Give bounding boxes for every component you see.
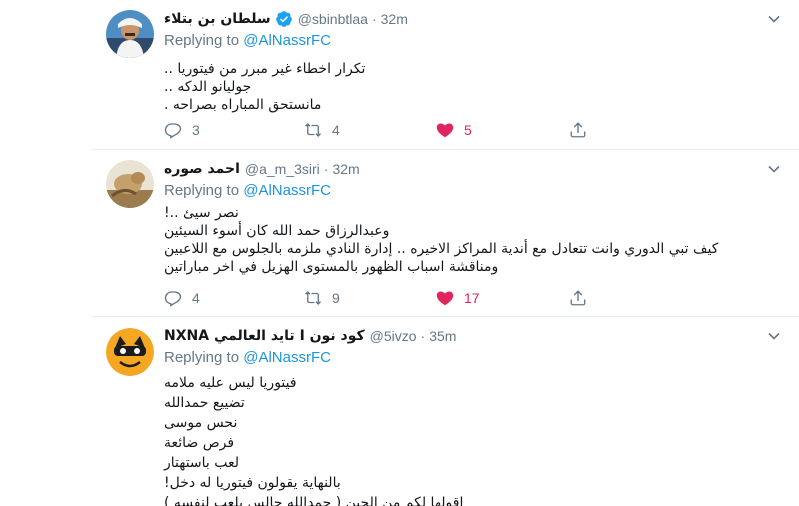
separator-dot: · (371, 11, 377, 27)
chevron-down-icon[interactable] (767, 162, 781, 176)
verified-badge-icon (275, 11, 292, 27)
tweet[interactable]: NXNA تايد العالمي I كود نون @5ivzo · 35m… (92, 317, 799, 506)
share-button[interactable] (569, 288, 587, 308)
tweet-text: نصر سيئ ..! وعبدالرزاق حمد الله كان أسوء… (164, 204, 776, 276)
tweet-text: تكرار اخطاء غير مبرر من فيتوريا .. جوليا… (164, 60, 776, 114)
separator-dot: · (420, 328, 426, 344)
tweet[interactable]: احمد صوره @a_m_3siri · 32m Replying to @… (92, 150, 799, 317)
tweet-line: لعب باستهتار (164, 455, 240, 471)
tweet-line: اقولها لكم من الحين ( حمدالله جالس يلعب … (164, 495, 464, 506)
chevron-down-icon[interactable] (767, 12, 781, 26)
separator-dot: · (323, 161, 329, 177)
tweet-line: وعبدالرزاق حمد الله كان أسوء السيئين (164, 223, 390, 239)
replying-to: Replying to @AlNassrFC (164, 182, 331, 199)
share-button[interactable] (569, 120, 587, 140)
replying-prefix: Replying to (164, 32, 244, 49)
user-handle[interactable]: @a_m_3siri (245, 161, 320, 177)
tweet-line: كيف تبي الدوري وانت تتعادل مع أندية المر… (164, 241, 719, 257)
reply-icon (164, 291, 182, 307)
tweet[interactable]: سلطان بن بتلاء @sbinbtlaa · 32m Replying… (92, 0, 799, 150)
tweet-line: بالنهاية يقولون فيتوريا له دخل! (164, 475, 341, 491)
share-icon (570, 122, 586, 138)
display-name[interactable]: احمد صوره (164, 161, 240, 177)
retweet-button[interactable]: 4 (304, 120, 340, 140)
replying-prefix: Replying to (164, 182, 244, 199)
like-button[interactable]: 5 (436, 120, 472, 140)
retweet-icon (305, 291, 321, 305)
avatar-image (106, 328, 154, 376)
share-icon (570, 290, 586, 306)
timestamp[interactable]: 32m (381, 11, 408, 27)
tweet-header: NXNA تايد العالمي I كود نون @5ivzo · 35m (164, 326, 456, 346)
avatar-image (106, 10, 154, 58)
replying-to: Replying to @AlNassrFC (164, 32, 331, 49)
avatar[interactable] (106, 160, 154, 208)
display-name[interactable]: سلطان بن بتلاء (164, 11, 271, 27)
heart-icon (436, 123, 454, 138)
avatar[interactable] (106, 10, 154, 58)
chevron-down-icon[interactable] (767, 329, 781, 343)
tweet-header: سلطان بن بتلاء @sbinbtlaa · 32m (164, 9, 408, 29)
replying-to-link[interactable]: @AlNassrFC (243, 32, 331, 49)
timestamp[interactable]: 32m (332, 161, 359, 177)
reply-button[interactable]: 4 (164, 288, 200, 308)
tweet-line: نحس موسى (164, 415, 238, 431)
tweet-line: ومناقشة اسباب الظهور بالمستوى الهزيل في … (164, 259, 499, 275)
replying-to-link[interactable]: @AlNassrFC (243, 182, 331, 199)
like-count: 5 (464, 122, 472, 138)
tweet-actions: 4 9 17 (164, 288, 604, 308)
avatar[interactable] (106, 328, 154, 376)
timestamp[interactable]: 35m (429, 328, 456, 344)
tweet-line: تضييع حمدالله (164, 395, 245, 411)
reply-count: 3 (192, 122, 200, 138)
replying-to: Replying to @AlNassrFC (164, 349, 331, 366)
replying-prefix: Replying to (164, 349, 244, 366)
display-name[interactable]: NXNA تايد العالمي I كود نون (164, 328, 365, 344)
tweet-line: نصر سيئ ..! (164, 205, 239, 221)
tweet-actions: 3 4 5 (164, 120, 604, 140)
tweet-line: تكرار اخطاء غير مبرر من فيتوريا .. (164, 61, 366, 77)
user-handle[interactable]: @sbinbtlaa (298, 11, 368, 27)
reply-button[interactable]: 3 (164, 120, 200, 140)
tweet-line: مانستحق المباراه بصراحه . (164, 97, 322, 113)
like-count: 17 (464, 290, 480, 306)
tweet-line: فرص ضائعة (164, 435, 235, 451)
retweet-button[interactable]: 9 (304, 288, 340, 308)
reply-count: 4 (192, 290, 200, 306)
heart-icon (436, 291, 454, 306)
retweet-count: 4 (332, 122, 340, 138)
tweet-line: فيتوريا ليس عليه ملامه (164, 375, 297, 391)
avatar-image (106, 160, 154, 208)
retweet-count: 9 (332, 290, 340, 306)
reply-icon (164, 123, 182, 139)
tweet-header: احمد صوره @a_m_3siri · 32m (164, 159, 360, 179)
like-button[interactable]: 17 (436, 288, 480, 308)
replying-to-link[interactable]: @AlNassrFC (243, 349, 331, 366)
retweet-icon (305, 123, 321, 137)
tweet-line: جوليانو الدكه .. (164, 79, 252, 95)
tweet-text: فيتوريا ليس عليه ملامه تضييع حمدالله نحس… (164, 373, 776, 506)
user-handle[interactable]: @5ivzo (370, 328, 417, 344)
